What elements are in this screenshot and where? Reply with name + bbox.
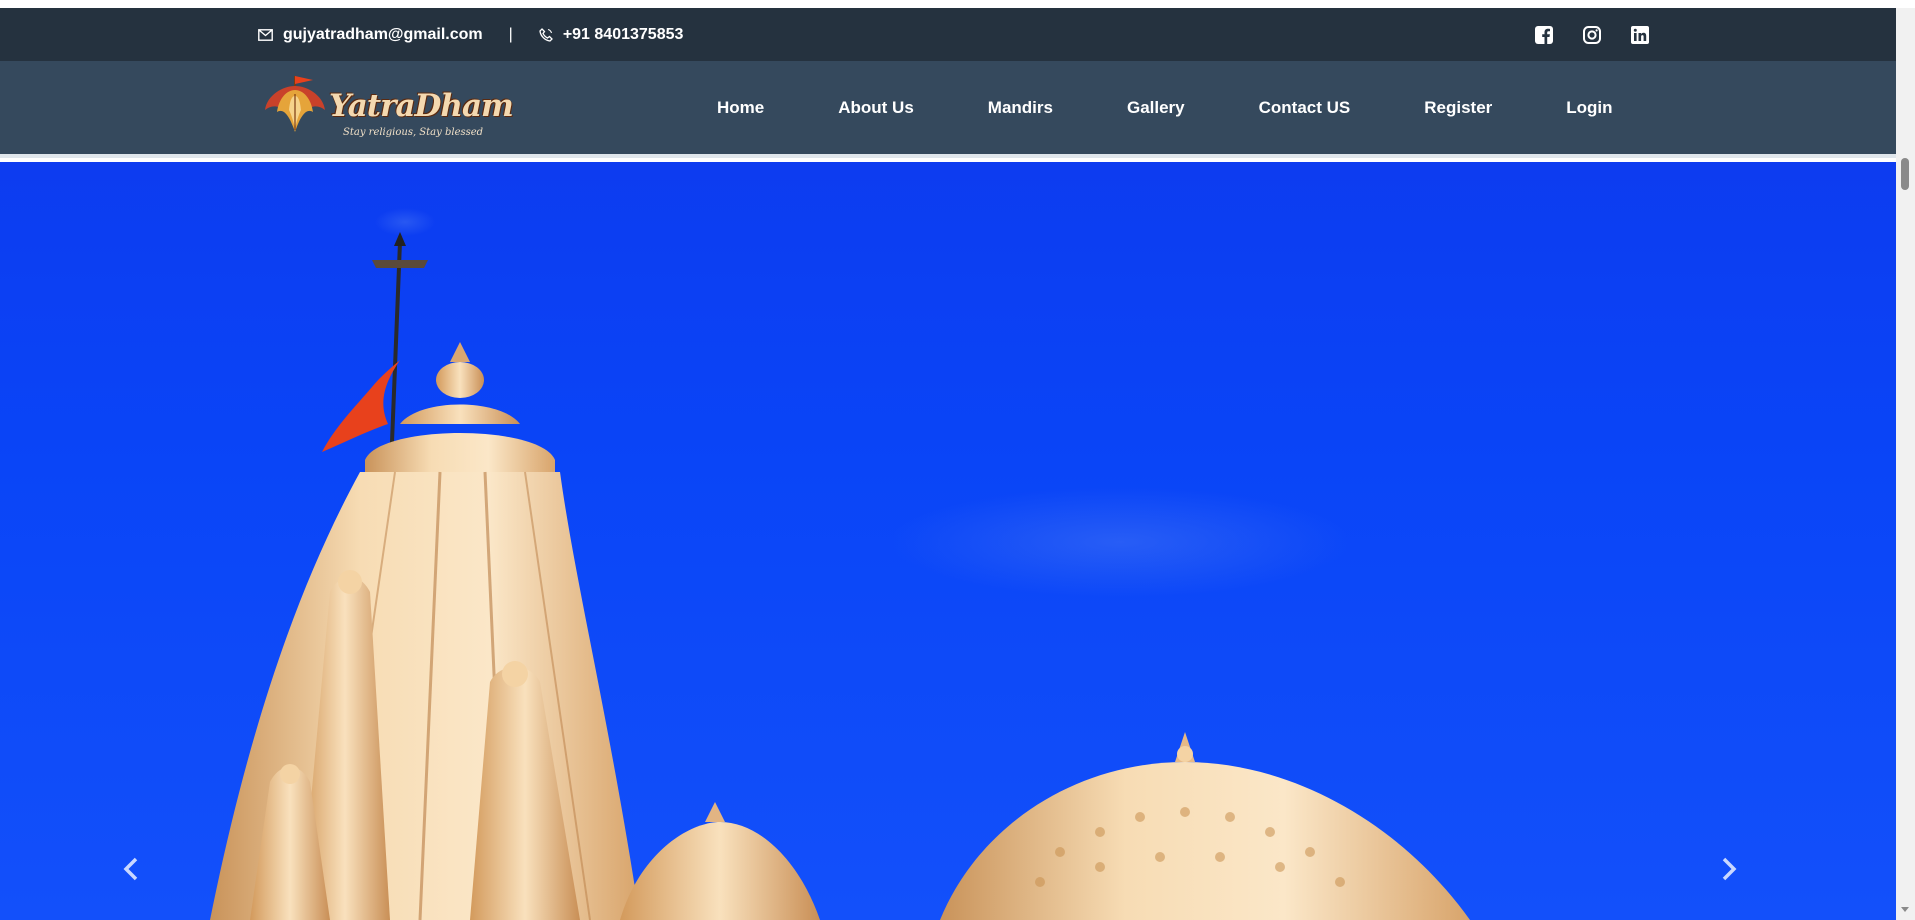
email-link[interactable]: gujyatradham@gmail.com	[283, 26, 483, 44]
site-logo[interactable]: YatraDham Stay religious, Stay blessed	[255, 70, 514, 146]
logo-name: YatraDham	[329, 88, 514, 124]
carousel-next-button[interactable]	[1721, 857, 1751, 897]
nav-gallery[interactable]: Gallery	[1090, 61, 1222, 154]
temple-image	[210, 208, 1470, 920]
chevron-left-icon	[123, 857, 138, 881]
top-contact-bar: gujyatradham@gmail.com | +91 8401375853	[0, 8, 1896, 61]
contact-info: gujyatradham@gmail.com | +91 8401375853	[258, 8, 683, 61]
main-navbar: YatraDham Stay religious, Stay blessed H…	[0, 61, 1896, 158]
nav-register[interactable]: Register	[1387, 61, 1529, 154]
nav-menu: Home About Us Mandirs Gallery Contact US…	[680, 61, 1650, 154]
hero-carousel	[0, 162, 1896, 920]
nav-mandirs[interactable]: Mandirs	[951, 61, 1090, 154]
logo-tagline: Stay religious, Stay blessed	[343, 127, 484, 138]
nav-about-us[interactable]: About Us	[801, 61, 951, 154]
carousel-prev-button[interactable]	[123, 857, 153, 897]
mail-icon	[258, 28, 273, 41]
facebook-icon[interactable]	[1535, 25, 1553, 44]
scroll-down-arrow[interactable]	[1901, 907, 1909, 912]
top-strip	[0, 0, 1915, 8]
phone-icon	[539, 27, 553, 42]
nav-contact-us[interactable]: Contact US	[1222, 61, 1388, 154]
contact-separator: |	[508, 25, 513, 43]
instagram-icon[interactable]	[1583, 25, 1601, 44]
chevron-right-icon	[1722, 857, 1737, 881]
linkedin-icon[interactable]	[1631, 25, 1649, 44]
nav-home[interactable]: Home	[680, 61, 801, 154]
social-links	[1535, 8, 1649, 61]
nav-login[interactable]: Login	[1529, 61, 1649, 154]
page-scrollbar[interactable]	[1896, 8, 1915, 920]
scrollbar-thumb[interactable]	[1901, 158, 1909, 190]
phone-link[interactable]: +91 8401375853	[563, 26, 684, 44]
logo-mandir-icon	[265, 76, 325, 132]
